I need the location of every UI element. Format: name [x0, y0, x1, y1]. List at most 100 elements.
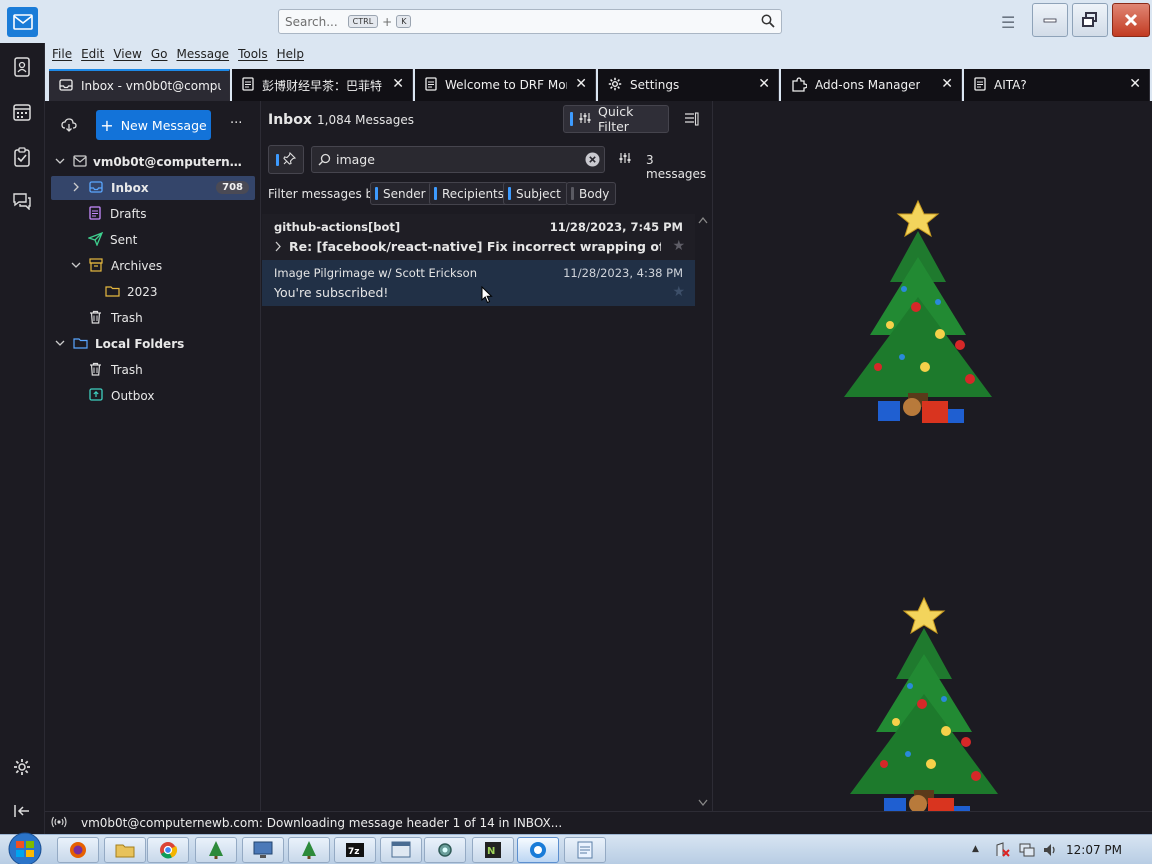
close-tab-icon[interactable]: ✕	[392, 76, 404, 92]
online-status-icon[interactable]	[51, 816, 67, 831]
address-book-icon[interactable]	[11, 56, 33, 78]
folder-trash[interactable]: Trash	[51, 306, 255, 330]
get-messages-icon[interactable]	[61, 117, 77, 136]
svg-text:7z: 7z	[348, 847, 360, 857]
trash-icon	[89, 310, 102, 327]
chevron-down-icon[interactable]	[55, 337, 69, 351]
quick-filter-search-input[interactable]: image	[311, 146, 605, 173]
filter-by-label: Filter messages by:	[268, 187, 384, 201]
taskbar-clock[interactable]: 12:07 PM	[1066, 843, 1122, 857]
taskbar-gear-app-icon[interactable]	[424, 837, 466, 863]
tray-volume-icon[interactable]	[1042, 842, 1058, 861]
close-tab-icon[interactable]: ✕	[575, 76, 587, 92]
search-placeholder: Search...	[285, 14, 338, 29]
folder-drafts[interactable]: Drafts	[51, 202, 255, 226]
minimize-button[interactable]	[1032, 3, 1068, 37]
tray-action-center-icon[interactable]	[995, 842, 1011, 861]
folder-2023[interactable]: 2023	[51, 280, 255, 304]
taskbar-7zip-icon[interactable]: 7z	[334, 837, 376, 863]
tab-aita[interactable]: AITA? ✕	[964, 69, 1150, 101]
tray-expand-icon[interactable]: ▲	[972, 844, 979, 854]
app-menu-icon[interactable]: ☰	[1001, 13, 1015, 32]
menu-tools[interactable]: Tools	[238, 47, 268, 61]
menu-file[interactable]: File	[52, 47, 72, 61]
tasks-icon[interactable]	[11, 146, 33, 168]
taskbar-thunderbird-icon[interactable]	[517, 837, 559, 863]
message-icon	[425, 76, 437, 94]
tab-inbox[interactable]: Inbox - vm0b0t@computernewb	[49, 69, 230, 101]
star-icon[interactable]: ★	[672, 238, 685, 254]
menu-edit[interactable]: Edit	[81, 47, 104, 61]
menu-message[interactable]: Message	[176, 47, 229, 61]
close-tab-icon[interactable]: ✕	[1129, 76, 1141, 92]
taskbar-monitor-app-icon[interactable]	[242, 837, 284, 863]
message-date: 11/28/2023, 7:45 PM	[549, 220, 683, 234]
message-date: 11/28/2023, 4:38 PM	[563, 266, 683, 280]
tab-addons-manager[interactable]: Add-ons Manager ✕	[781, 69, 962, 101]
close-tab-icon[interactable]: ✕	[941, 76, 953, 92]
menu-go[interactable]: Go	[151, 47, 168, 61]
collapse-spaces-icon[interactable]	[11, 800, 33, 822]
taskbar-explorer-icon[interactable]	[104, 837, 146, 863]
taskbar-chrome-icon[interactable]	[147, 837, 189, 863]
star-icon[interactable]: ★	[672, 284, 685, 300]
local-folder-trash[interactable]: Trash	[51, 358, 255, 382]
folder-inbox[interactable]: Inbox 708	[51, 176, 255, 200]
message-row-selected[interactable]: Image Pilgrimage w/ Scott Erickson 11/28…	[262, 260, 695, 306]
more-options-button[interactable]: ···	[230, 116, 242, 131]
message-list-scrollbar[interactable]	[696, 214, 710, 811]
folder-sent[interactable]: Sent	[51, 228, 255, 252]
chevron-down-icon[interactable]	[55, 155, 69, 169]
archive-icon	[89, 257, 103, 275]
taskbar-window-app-icon[interactable]	[380, 837, 422, 863]
taskbar-firefox-icon[interactable]	[57, 837, 99, 863]
local-folders-row[interactable]: Local Folders	[51, 332, 255, 356]
chevron-down-icon[interactable]	[71, 259, 85, 273]
clear-filter-icon[interactable]	[585, 152, 600, 170]
taskbar-tree-app-icon-2[interactable]	[288, 837, 330, 863]
close-window-button[interactable]	[1112, 3, 1150, 37]
taskbar-notepad-plus-icon[interactable]: N	[472, 837, 514, 863]
tab-bloomberg[interactable]: 彭博财经早茶：巴菲特 ✕	[232, 69, 413, 101]
thread-chevron-icon[interactable]	[274, 241, 282, 255]
message-count: 1,084 Messages	[317, 113, 415, 127]
filter-result-count: 3 messages	[646, 153, 707, 181]
tray-network-icon[interactable]	[1019, 842, 1035, 861]
calendar-icon[interactable]	[11, 101, 33, 123]
message-row[interactable]: github-actions[bot] 11/28/2023, 7:45 PM …	[262, 214, 695, 260]
tab-drf-morning[interactable]: Welcome to DRF Morning ✕	[415, 69, 596, 101]
chip-label: Body	[579, 186, 610, 201]
filter-chip-body[interactable]: Body	[566, 182, 617, 205]
menu-help[interactable]: Help	[277, 47, 304, 61]
display-options-icon[interactable]	[684, 112, 699, 129]
menu-view[interactable]: View	[113, 47, 141, 61]
folder-archives[interactable]: Archives	[51, 254, 255, 278]
new-message-button[interactable]: + New Message	[96, 110, 211, 140]
quick-filter-button[interactable]: Quick Filter	[563, 104, 669, 134]
plus-icon: +	[100, 115, 114, 135]
settings-gear-icon[interactable]	[11, 756, 33, 778]
global-search-input[interactable]: Search... CTRL + K	[278, 9, 782, 34]
thunderbird-mail-icon[interactable]	[7, 7, 38, 37]
tab-settings[interactable]: Settings ✕	[598, 69, 779, 101]
os-taskbar: 7z N ▲ 12:07 PM	[0, 832, 1152, 864]
local-folder-outbox[interactable]: Outbox	[51, 384, 255, 408]
start-button-icon[interactable]	[5, 832, 45, 864]
chat-icon[interactable]	[11, 190, 33, 212]
search-icon[interactable]	[761, 14, 775, 31]
filter-options-icon[interactable]	[618, 152, 632, 167]
message-icon	[974, 76, 986, 94]
filter-chip-sender[interactable]: Sender	[370, 182, 433, 205]
chevron-right-icon[interactable]	[71, 181, 85, 195]
filter-chip-recipients[interactable]: Recipients	[429, 182, 512, 205]
taskbar-tree-app-icon[interactable]	[195, 837, 237, 863]
message-icon	[242, 76, 254, 94]
filter-chip-subject[interactable]: Subject	[503, 182, 568, 205]
taskbar-notepad-icon[interactable]	[564, 837, 606, 863]
folder-icon	[105, 285, 120, 300]
account-row[interactable]: vm0b0t@computernewb.com	[51, 150, 255, 174]
sticky-filter-button[interactable]	[268, 145, 304, 174]
close-tab-icon[interactable]: ✕	[758, 76, 770, 92]
svg-text:N: N	[487, 846, 495, 857]
restore-button[interactable]	[1072, 3, 1108, 37]
